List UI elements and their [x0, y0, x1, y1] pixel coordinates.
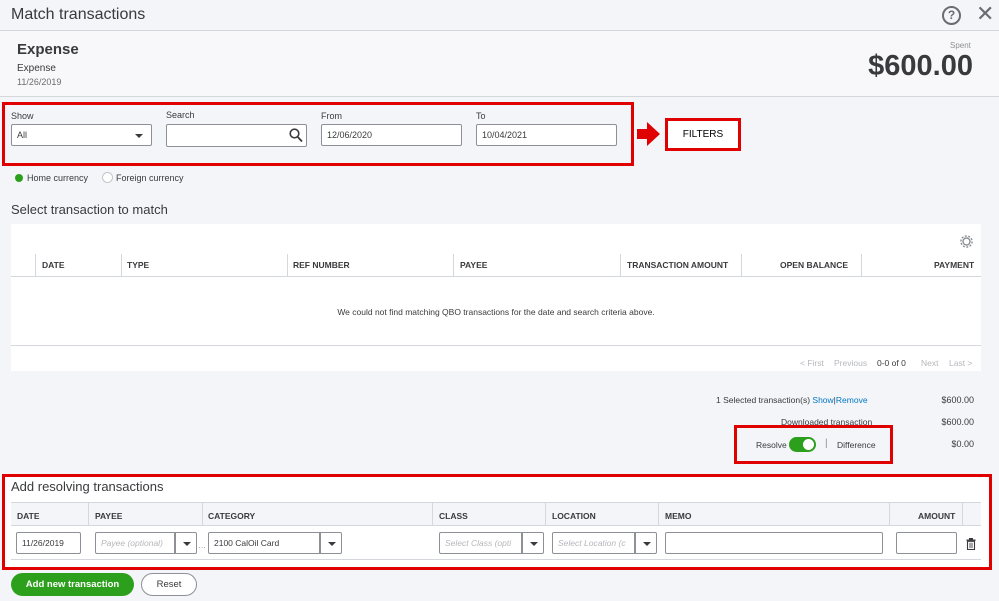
column-header-transaction-amount[interactable]: TRANSACTION AMOUNT [627, 260, 728, 270]
search-label: Search [166, 110, 195, 120]
pager-range: 0-0 of 0 [877, 358, 906, 368]
annotation-arrow-head [647, 122, 660, 146]
pager-previous[interactable]: Previous [834, 358, 867, 368]
remove-link[interactable]: Remove [836, 395, 868, 405]
to-label: To [476, 111, 486, 121]
toggle-knob [803, 439, 814, 450]
transaction-date: 11/26/2019 [17, 77, 62, 87]
chevron-down-icon [328, 542, 336, 546]
resolving-header-memo: MEMO [665, 511, 692, 521]
gear-icon[interactable] [960, 235, 973, 248]
search-icon[interactable] [289, 128, 303, 143]
show-select-value: All [17, 130, 28, 140]
selected-value: $600.00 [941, 395, 974, 405]
resolving-amount-input[interactable] [896, 532, 957, 554]
pager-last[interactable]: Last > [949, 358, 972, 368]
spent-label: Spent [950, 41, 971, 50]
divider [0, 96, 999, 97]
resolving-category-input[interactable]: 2100 CalOil Card [208, 532, 320, 554]
chevron-down-icon [135, 134, 143, 138]
transaction-header [0, 31, 999, 97]
column-header-ref-number[interactable]: REF NUMBER [293, 260, 350, 270]
add-new-transaction-button[interactable]: Add new transaction [11, 573, 134, 596]
payee-dropdown-button[interactable] [175, 532, 197, 554]
filters-callout: FILTERS [665, 118, 741, 151]
foreign-currency-radio[interactable] [102, 172, 113, 183]
match-section-title: Select transaction to match [11, 202, 168, 217]
from-date-input[interactable]: 12/06/2020 [321, 124, 462, 146]
reset-button[interactable]: Reset [141, 573, 197, 596]
resolving-header-date: DATE [17, 511, 40, 521]
to-date-input[interactable]: 10/04/2021 [476, 124, 617, 146]
selected-transactions-summary: 1 Selected transaction(s) Show|Remove [716, 395, 868, 405]
resolve-label: Resolve [756, 440, 787, 450]
transaction-type-sub: Expense [17, 63, 56, 74]
resolving-header-location: LOCATION [552, 511, 596, 521]
column-header-date[interactable]: DATE [42, 260, 65, 270]
column-header-payee[interactable]: PAYEE [460, 260, 487, 270]
resolving-location-input[interactable]: Select Location (c [552, 532, 635, 554]
resolving-memo-input[interactable] [665, 532, 883, 554]
annotation-arrow [637, 129, 647, 139]
transaction-type-title: Expense [17, 41, 79, 58]
pager-next[interactable]: Next [921, 358, 938, 368]
difference-value: $0.00 [951, 439, 974, 449]
trash-icon[interactable] [966, 537, 976, 551]
resolving-payee-input[interactable]: Payee (optional) [95, 532, 175, 554]
resolving-class-input[interactable]: Select Class (opti [439, 532, 522, 554]
help-icon[interactable]: ? [942, 6, 961, 25]
from-label: From [321, 111, 342, 121]
show-link[interactable]: Show [812, 395, 833, 405]
empty-message: We could not find matching QBO transacti… [337, 307, 655, 317]
pager-first[interactable]: < First [800, 358, 824, 368]
chevron-down-icon [643, 542, 651, 546]
resolving-section-title: Add resolving transactions [11, 479, 164, 494]
difference-label: Difference [837, 440, 876, 450]
chevron-down-icon [530, 542, 538, 546]
column-header-type[interactable]: TYPE [127, 260, 149, 270]
close-icon[interactable]: ✕ [976, 2, 994, 26]
match-table [11, 224, 981, 371]
downloaded-value: $600.00 [941, 417, 974, 427]
resolving-header-amount: AMOUNT [918, 511, 956, 521]
spent-amount: $600.00 [868, 50, 973, 82]
resolve-toggle[interactable] [789, 437, 816, 452]
divider [11, 276, 981, 277]
category-dropdown-button[interactable] [320, 532, 342, 554]
chevron-down-icon [183, 542, 191, 546]
column-header-open-balance[interactable]: OPEN BALANCE [780, 260, 848, 270]
home-currency-radio[interactable] [15, 174, 23, 182]
resolving-header-class: CLASS [439, 511, 468, 521]
resolving-header-payee: PAYEE [95, 511, 123, 521]
separator: | [825, 438, 828, 449]
resolving-header-category: CATEGORY [208, 511, 256, 521]
dialog-title: Match transactions [11, 6, 146, 23]
resolving-date-input[interactable]: 11/26/2019 [16, 532, 81, 554]
show-select[interactable]: All [11, 124, 152, 146]
show-label: Show [11, 111, 34, 121]
resolving-header-row [11, 502, 981, 526]
class-dropdown-button[interactable] [522, 532, 544, 554]
location-dropdown-button[interactable] [635, 532, 657, 554]
search-input[interactable] [166, 124, 307, 147]
divider [11, 345, 981, 346]
foreign-currency-label: Foreign currency [116, 173, 184, 183]
column-header-payment[interactable]: PAYMENT [934, 260, 974, 270]
home-currency-label: Home currency [27, 173, 89, 183]
